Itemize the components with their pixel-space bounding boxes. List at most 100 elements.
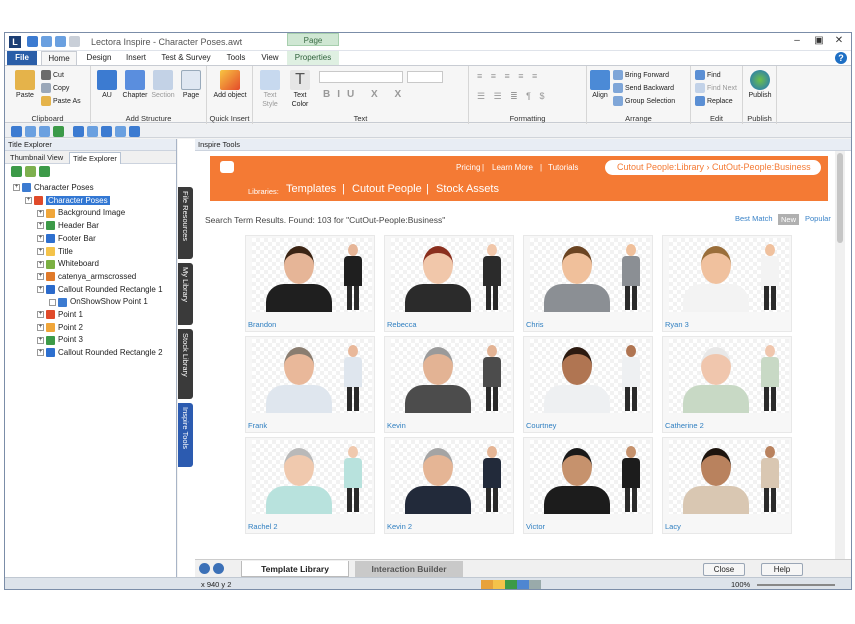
expand-icon[interactable]: + bbox=[37, 311, 44, 319]
toolbar-icon[interactable] bbox=[25, 166, 36, 177]
help-button[interactable]: Help bbox=[761, 563, 803, 576]
tree-item[interactable]: + Callout Rounded Rectangle 2 bbox=[37, 347, 163, 359]
person-name-link[interactable]: Frank bbox=[248, 421, 267, 430]
tab-template-library[interactable]: Template Library bbox=[241, 561, 349, 577]
tree-item[interactable]: + Header Bar bbox=[37, 220, 99, 232]
expand-icon[interactable]: + bbox=[37, 222, 44, 230]
tab-design[interactable]: Design bbox=[81, 51, 117, 65]
person-name-link[interactable]: Rachel 2 bbox=[248, 522, 278, 531]
person-card[interactable]: Kevin bbox=[384, 336, 514, 433]
close-button[interactable]: Close bbox=[703, 563, 745, 576]
person-name-link[interactable]: Kevin 2 bbox=[387, 522, 412, 531]
lib-tab-stock-assets[interactable]: Stock Assets bbox=[436, 183, 499, 195]
save-icon[interactable] bbox=[27, 36, 38, 47]
tree-item[interactable]: + catenya_armscrossed bbox=[37, 271, 136, 283]
person-name-link[interactable]: Rebecca bbox=[387, 320, 417, 329]
person-card[interactable]: Chris bbox=[523, 235, 653, 332]
tree-item[interactable]: + Whiteboard bbox=[37, 258, 99, 270]
expand-icon[interactable] bbox=[49, 298, 56, 306]
expand-icon[interactable]: + bbox=[37, 285, 44, 293]
toolbar-icon[interactable] bbox=[115, 126, 126, 137]
tab-properties[interactable]: Properties bbox=[287, 51, 339, 65]
person-card[interactable]: Rebecca bbox=[384, 235, 514, 332]
text-color-button[interactable]: T Text Color bbox=[287, 70, 313, 109]
maximize-button[interactable]: ▣ bbox=[809, 34, 829, 48]
library-breadcrumb[interactable]: Cutout People:Library › CutOut-People:Bu… bbox=[605, 160, 821, 175]
page-button[interactable]: Page bbox=[179, 70, 203, 100]
toolbar-icon[interactable] bbox=[39, 126, 50, 137]
customize-icon[interactable] bbox=[69, 36, 80, 47]
tab-file[interactable]: File bbox=[7, 51, 37, 65]
lib-tab-cutout-people[interactable]: Cutout People bbox=[352, 183, 422, 195]
status-icons[interactable] bbox=[481, 580, 541, 589]
align-button[interactable]: Align bbox=[589, 70, 611, 100]
font-size-select[interactable] bbox=[407, 71, 443, 83]
format-buttons[interactable]: BIU X X bbox=[323, 90, 408, 100]
link-tutorials[interactable]: Tutorials bbox=[548, 163, 578, 172]
tab-home[interactable]: Home bbox=[41, 51, 77, 65]
minimize-button[interactable]: – bbox=[787, 34, 807, 48]
toolbar-icon[interactable] bbox=[53, 126, 64, 137]
find-next-button[interactable]: Find Next bbox=[695, 83, 737, 93]
tab-file-resources[interactable]: File Resources bbox=[178, 187, 193, 259]
toolbar-icon[interactable] bbox=[129, 126, 140, 137]
link-pricing[interactable]: Pricing bbox=[456, 163, 480, 172]
redo-icon[interactable] bbox=[55, 36, 66, 47]
link-learn-more[interactable]: Learn More bbox=[492, 163, 533, 172]
expand-icon[interactable]: + bbox=[13, 184, 20, 192]
back-icon[interactable] bbox=[199, 563, 210, 574]
tree-item[interactable]: OnShowShow Point 1 bbox=[49, 296, 148, 308]
sort-best-match[interactable]: Best Match bbox=[735, 214, 773, 223]
paste-as-button[interactable]: Paste As bbox=[41, 96, 81, 106]
au-button[interactable]: AU bbox=[95, 70, 119, 100]
expand-icon[interactable]: + bbox=[37, 260, 44, 268]
person-card[interactable]: Brandon bbox=[245, 235, 375, 332]
tab-test-survey[interactable]: Test & Survey bbox=[157, 51, 215, 65]
forward-icon[interactable] bbox=[213, 563, 224, 574]
person-name-link[interactable]: Brandon bbox=[248, 320, 276, 329]
person-name-link[interactable]: Catherine 2 bbox=[665, 421, 704, 430]
person-name-link[interactable]: Victor bbox=[526, 522, 545, 531]
expand-icon[interactable]: + bbox=[37, 336, 44, 344]
text-style-button[interactable]: Text Style bbox=[255, 70, 285, 109]
zoom-slider[interactable] bbox=[757, 584, 835, 586]
toolbar-icon[interactable] bbox=[73, 126, 84, 137]
tab-insert[interactable]: Insert bbox=[119, 51, 153, 65]
tree-item[interactable]: + Footer Bar bbox=[37, 233, 96, 245]
tab-tools[interactable]: Tools bbox=[219, 51, 253, 65]
font-family-select[interactable] bbox=[319, 71, 403, 83]
tree-item[interactable]: + Character Poses bbox=[13, 182, 94, 194]
expand-icon[interactable]: + bbox=[37, 349, 44, 357]
tree-item[interactable]: + Point 1 bbox=[37, 309, 83, 321]
expand-icon[interactable]: + bbox=[37, 273, 44, 281]
chapter-button[interactable]: Chapter bbox=[121, 70, 149, 100]
list-buttons[interactable]: ☰ ☰ ≣ ¶ $ bbox=[477, 92, 548, 101]
person-card[interactable]: Courtney bbox=[523, 336, 653, 433]
help-icon[interactable]: ? bbox=[835, 52, 847, 64]
person-card[interactable]: Frank bbox=[245, 336, 375, 433]
person-card[interactable]: Rachel 2 bbox=[245, 437, 375, 534]
expand-icon[interactable]: + bbox=[37, 209, 44, 217]
tab-inspire-tools[interactable]: Inspire Tools bbox=[178, 403, 193, 467]
lib-tab-templates[interactable]: Templates bbox=[286, 183, 336, 195]
person-name-link[interactable]: Kevin bbox=[387, 421, 406, 430]
expand-icon[interactable]: + bbox=[25, 197, 32, 205]
tree-item[interactable]: + Callout Rounded Rectangle 1 bbox=[37, 284, 163, 296]
tab-view[interactable]: View bbox=[255, 51, 285, 65]
expand-icon[interactable]: + bbox=[37, 324, 44, 332]
group-selection-button[interactable]: Group Selection bbox=[613, 96, 675, 106]
replace-button[interactable]: Replace bbox=[695, 96, 733, 106]
person-card[interactable]: Kevin 2 bbox=[384, 437, 514, 534]
section-button[interactable]: Section bbox=[149, 70, 177, 100]
cut-button[interactable]: Cut bbox=[41, 70, 64, 80]
send-backward-button[interactable]: Send Backward bbox=[613, 83, 674, 93]
toolbar-icon[interactable] bbox=[11, 126, 22, 137]
tree-item[interactable]: + Point 2 bbox=[37, 322, 83, 334]
person-name-link[interactable]: Ryan 3 bbox=[665, 320, 689, 329]
add-object-button[interactable]: Add object bbox=[209, 70, 251, 100]
person-card[interactable]: Ryan 3 bbox=[662, 235, 792, 332]
tab-thumbnail-view[interactable]: Thumbnail View bbox=[7, 152, 66, 164]
toolbar-icon[interactable] bbox=[11, 166, 22, 177]
copy-button[interactable]: Copy bbox=[41, 83, 69, 93]
tab-interaction-builder[interactable]: Interaction Builder bbox=[355, 561, 463, 577]
